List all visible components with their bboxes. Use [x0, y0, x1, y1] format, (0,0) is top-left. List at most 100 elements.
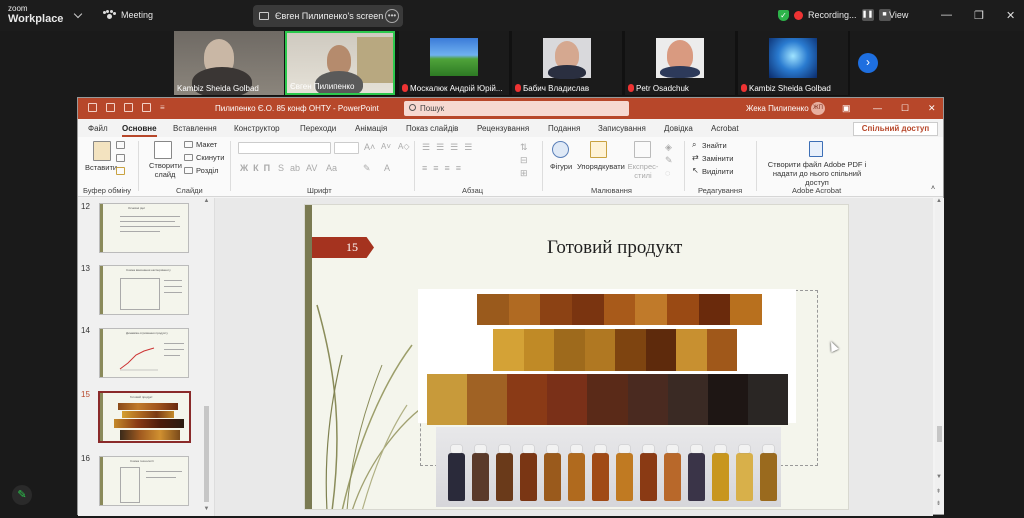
participant-tile-active[interactable]: Євген Пилипенко: [285, 31, 395, 95]
layout-button[interactable]: Макет: [196, 140, 217, 149]
tab-home[interactable]: Основне: [122, 124, 157, 137]
annotate-pencil-icon[interactable]: ✎: [12, 485, 32, 505]
char-spacing-icon[interactable]: AV: [306, 163, 317, 173]
paste-button[interactable]: Вставити: [85, 163, 117, 172]
participant-tile[interactable]: Kambiz Sheida Golbad: [738, 31, 848, 95]
next-slide-icon[interactable]: ⇟: [936, 500, 941, 507]
tab-transitions[interactable]: Переходи: [300, 124, 336, 133]
slide-thumbnails-pane[interactable]: 12 Основні ідеї 13 Схема виконання експе…: [78, 198, 215, 516]
scroll-up-icon[interactable]: ▲: [203, 198, 210, 205]
meeting-info-button[interactable]: Meeting: [103, 10, 153, 20]
close-icon[interactable]: ✕: [1006, 9, 1015, 22]
thumbnail-slide-15[interactable]: Готовий продукт: [98, 391, 191, 443]
tab-insert[interactable]: Вставлення: [173, 124, 217, 133]
new-slide-button[interactable]: Створити слайд: [149, 161, 182, 179]
tab-view[interactable]: Подання: [548, 124, 580, 133]
current-slide[interactable]: 15 Готовий продукт: [304, 204, 849, 510]
scrollbar-thumb[interactable]: [937, 426, 942, 442]
tab-file[interactable]: Файл: [88, 124, 108, 133]
quick-styles-icon[interactable]: [634, 141, 651, 158]
shapes-button[interactable]: Фігури: [550, 162, 572, 171]
tab-recording[interactable]: Записування: [598, 124, 646, 133]
redo-icon[interactable]: [124, 103, 133, 112]
shadow-icon[interactable]: S: [278, 163, 284, 173]
thumbnail-slide-14[interactable]: Динаміка отримання продукту: [99, 328, 189, 378]
restore-icon[interactable]: ❐: [974, 9, 984, 22]
scroll-up-icon[interactable]: ▲: [936, 198, 942, 204]
list-icons[interactable]: ☰☰☰☰: [422, 142, 478, 153]
thumbnail-slide-13[interactable]: Схема виконання експерименту: [99, 265, 189, 315]
participant-tile[interactable]: Бабич Владислав: [512, 31, 622, 95]
maximize-icon[interactable]: ☐: [901, 103, 909, 114]
thumbnail-slide-16[interactable]: Схема технології: [99, 456, 189, 506]
shape-fill-icon[interactable]: ◈: [665, 142, 672, 153]
format-painter-icon[interactable]: [116, 167, 125, 175]
select-button[interactable]: Виділити: [702, 167, 733, 176]
scroll-down-icon[interactable]: ▼: [203, 506, 210, 513]
text-direction-icon[interactable]: ⇅: [520, 142, 528, 153]
slide-scrollbar[interactable]: ▲ ▼ ⇞ ⇟: [935, 198, 944, 514]
save-icon[interactable]: [88, 103, 97, 112]
tab-acrobat[interactable]: Acrobat: [711, 124, 739, 133]
thumbnails-scrollbar[interactable]: ▲ ▼: [202, 198, 211, 514]
collapse-ribbon-icon[interactable]: ˄: [931, 185, 935, 192]
font-family-select[interactable]: [238, 142, 331, 154]
text-format-icons[interactable]: ЖКП: [240, 163, 275, 173]
paste-icon[interactable]: [93, 141, 111, 161]
shape-effects-icon[interactable]: ◌: [665, 168, 670, 178]
quick-styles-button[interactable]: Експрес-стилі: [625, 162, 661, 180]
view-button[interactable]: View: [889, 10, 908, 20]
align-icons[interactable]: ≡≡≡≡: [422, 163, 467, 173]
user-name[interactable]: Жека Пилипенко: [746, 104, 809, 113]
undo-icon[interactable]: [106, 103, 115, 112]
screen-share-indicator[interactable]: Євген Пилипенко's screen •••: [253, 5, 403, 27]
scrollbar-thumb[interactable]: [204, 406, 209, 502]
highlight-icon[interactable]: ✎: [363, 163, 371, 174]
strikethrough-icon[interactable]: ab: [290, 163, 300, 173]
avatar[interactable]: ЖП: [811, 102, 825, 115]
clear-formatting-icon[interactable]: A◇: [398, 142, 410, 151]
replace-button[interactable]: Замінити: [702, 154, 733, 163]
shape-outline-icon[interactable]: ✎: [665, 155, 673, 166]
participant-tile[interactable]: Petr Osadchuk: [625, 31, 735, 95]
thumbnail-slide-12[interactable]: Основні ідеї: [99, 203, 189, 253]
previous-slide-icon[interactable]: ⇞: [936, 488, 941, 495]
start-slideshow-icon[interactable]: [142, 103, 151, 112]
tab-design[interactable]: Конструктор: [234, 124, 280, 133]
tab-animations[interactable]: Анімація: [355, 124, 387, 133]
share-button[interactable]: Спільний доступ: [853, 122, 938, 136]
participant-tile[interactable]: Kambiz Sheida Golbad: [174, 31, 284, 95]
new-slide-icon[interactable]: [154, 141, 172, 159]
tab-slideshow[interactable]: Показ слайдів: [406, 124, 458, 133]
change-case-icon[interactable]: Aa: [326, 163, 337, 173]
copy-icon[interactable]: [116, 154, 125, 162]
more-options-icon[interactable]: •••: [385, 9, 399, 23]
cut-icon[interactable]: [116, 141, 125, 149]
tab-help[interactable]: Довідка: [664, 124, 693, 133]
section-button[interactable]: Розділ: [196, 166, 218, 175]
customize-toolbar-icon[interactable]: ≡: [160, 103, 169, 112]
arrange-icon[interactable]: [590, 141, 607, 158]
font-size-select[interactable]: [334, 142, 359, 154]
scroll-down-icon[interactable]: ▼: [936, 474, 942, 480]
ribbon-display-icon[interactable]: ▣: [842, 103, 851, 114]
decrease-font-icon[interactable]: A˅: [381, 142, 391, 151]
slide-canvas[interactable]: 15 Готовий продукт: [215, 198, 933, 516]
chevron-down-icon[interactable]: [73, 9, 83, 19]
smartart-icon[interactable]: ⊞: [520, 168, 528, 179]
create-pdf-button[interactable]: Створити файл Adobe PDF і надати до ньог…: [762, 160, 872, 187]
close-icon[interactable]: ✕: [928, 103, 936, 114]
align-text-icon[interactable]: ⊟: [520, 155, 528, 166]
minimize-icon[interactable]: —: [873, 103, 882, 113]
adobe-pdf-icon[interactable]: [809, 141, 823, 157]
participant-tile[interactable]: Москалюк Андрій Юрій...: [399, 31, 509, 95]
minimize-icon[interactable]: —: [941, 9, 952, 21]
product-photo-collage[interactable]: [418, 289, 796, 425]
tab-review[interactable]: Рецензування: [477, 124, 529, 133]
arrange-button[interactable]: Упорядкувати: [577, 162, 625, 171]
font-color-icon[interactable]: A: [384, 163, 390, 173]
next-page-button[interactable]: ›: [858, 53, 878, 73]
reset-button[interactable]: Скинути: [196, 153, 224, 162]
find-button[interactable]: Знайти: [702, 141, 727, 150]
shapes-icon[interactable]: [552, 141, 569, 158]
